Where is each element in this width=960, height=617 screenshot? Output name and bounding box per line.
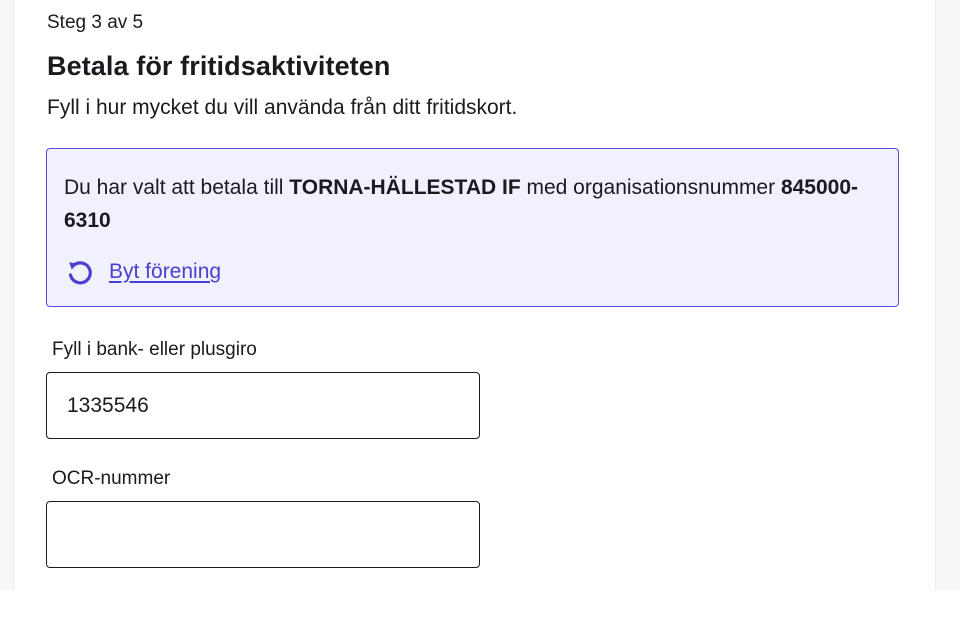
info-text-middle: med organisationsnummer	[520, 176, 781, 199]
page-subtitle: Fyll i hur mycket du vill använda från d…	[47, 96, 518, 119]
step-indicator: Steg 3 av 5	[47, 12, 144, 33]
change-association-label[interactable]: Byt förening	[109, 260, 221, 284]
association-info-text: Du har valt att betala till TORNA-HÄLLES…	[64, 171, 884, 237]
page-title: Betala för fritidsaktiviteten	[47, 51, 391, 81]
association-name: TORNA-HÄLLESTAD IF	[289, 176, 521, 199]
change-association-link[interactable]: Byt förening	[65, 257, 221, 287]
bank-giro-label: Fyll i bank- eller plusgiro	[52, 339, 257, 360]
refresh-icon	[65, 257, 95, 287]
info-text-prefix: Du har valt att betala till	[64, 176, 290, 199]
selected-association-info: Du har valt att betala till TORNA-HÄLLES…	[46, 148, 899, 307]
ocr-label: OCR-nummer	[52, 468, 171, 489]
bank-giro-input[interactable]	[46, 372, 480, 439]
ocr-input[interactable]	[46, 501, 480, 568]
